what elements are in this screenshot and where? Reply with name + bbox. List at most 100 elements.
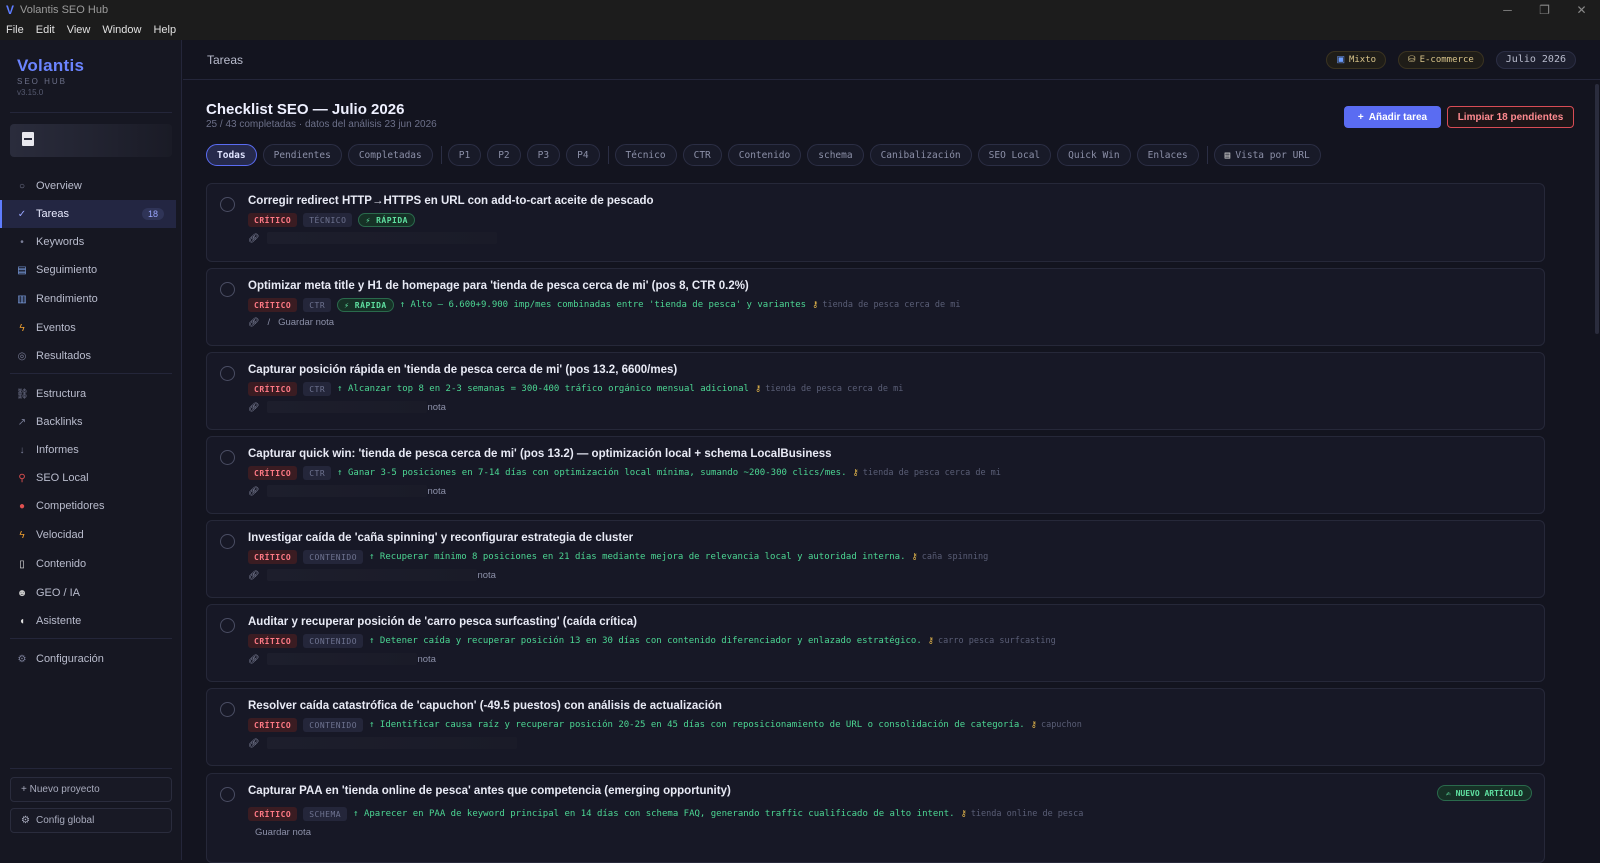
link-icon[interactable]: 🔗︎ [248,486,259,497]
link-icon[interactable]: 🔗︎ [248,402,259,413]
minimize-icon[interactable]: ─ [1489,3,1526,17]
divider [10,112,172,113]
filter-schema[interactable]: schema [807,144,864,166]
filter-p2[interactable]: P2 [487,144,521,166]
pin-icon: ⚲ [18,472,26,484]
nav-label: Contenido [36,558,87,570]
task-checkbox[interactable] [220,618,235,633]
nav-label: Velocidad [36,529,84,541]
filter-canibalizacion[interactable]: Canibalización [869,144,972,166]
nav-label: Backlinks [36,416,83,428]
filter-divider [607,146,609,164]
link-icon[interactable]: 🔗︎ [248,233,259,244]
filter-enlaces[interactable]: Enlaces [1136,144,1199,166]
nav-configuracion[interactable]: ⚙ Configuración [0,645,182,673]
task-title: Investigar caída de 'caña spinning' y re… [248,532,634,544]
category-badge: CTR [303,466,332,480]
menu-edit[interactable]: Edit [30,24,61,36]
filter-contenido[interactable]: Contenido [727,144,802,166]
scrollbar[interactable] [1595,84,1599,334]
save-note-button[interactable]: Guardar nota [255,827,311,838]
link-icon[interactable]: 🔗︎ [248,654,259,665]
menu-file[interactable]: File [0,24,30,36]
app-logo-icon: V [6,3,15,17]
clear-pending-button[interactable]: Limpiar 18 pendientes [1447,106,1574,128]
menu-help[interactable]: Help [147,24,182,36]
impact-text: ↑ Alcanzar top 8 en 2-3 semanas = 300-40… [337,384,749,394]
nav-label: Seguimiento [36,264,98,276]
nav-estructura[interactable]: ⛓ Estructura [0,380,182,408]
nav-geo-ia[interactable]: ☻ GEO / IA [0,579,182,607]
pending-count-badge: 18 [141,208,164,220]
note-button[interactable]: nota [417,654,436,665]
task-checkbox[interactable] [220,450,235,465]
lightning-icon: ϟ [19,322,25,334]
filter-tecnico[interactable]: Técnico [614,144,677,166]
nav-eventos[interactable]: ϟ Eventos [0,314,182,342]
chart-icon: ▤ [17,264,27,276]
add-task-button[interactable]: + Añadir tarea [1344,106,1441,128]
keyword-text: carro pesca surfcasting [938,636,1056,646]
nav-seo-local[interactable]: ⚲ SEO Local [0,464,182,492]
path-separator: / [267,317,271,328]
nav-seguimiento[interactable]: ▤ Seguimiento [0,256,182,284]
global-config-button[interactable]: ⚙ Config global [10,808,172,833]
link-icon[interactable]: 🔗︎ [248,317,259,328]
nav-contenido[interactable]: ▯ Contenido [0,550,182,578]
nav-keywords[interactable]: • Keywords [0,228,182,256]
task-checkbox[interactable] [220,366,235,381]
note-button[interactable]: nota [477,570,496,581]
nav-label: Asistente [36,615,82,627]
impact-text: ↑ Detener caída y recuperar posición 13 … [369,636,922,646]
menu-view[interactable]: View [61,24,97,36]
task-card: Capturar quick win: 'tienda de pesca cer… [206,436,1545,514]
nav-competidores[interactable]: ● Competidores [0,492,182,520]
filter-ctr[interactable]: CTR [682,144,722,166]
new-project-button[interactable]: + Nuevo proyecto [10,777,172,802]
restore-icon[interactable]: ❐ [1526,3,1563,17]
nav-overview[interactable]: ○ Overview [0,172,182,200]
task-checkbox[interactable] [220,282,235,297]
nav-rendimiento[interactable]: ▥ Rendimiento [0,285,182,313]
task-checkbox[interactable] [220,787,235,802]
nav-tareas[interactable]: ✓ Tareas 18 [0,200,176,228]
app-version: v3.15.0 [17,88,44,97]
filter-todas[interactable]: Todas [206,144,257,166]
filter-seo-local[interactable]: SEO Local [977,144,1052,166]
project-selector[interactable] [10,124,172,157]
menu-window[interactable]: Window [96,24,147,36]
nav-velocidad[interactable]: ϟ Velocidad [0,521,182,549]
document-icon: ▯ [19,558,25,570]
sidebar: Volantis SEO HUB v3.15.0 ○ Overview ✓ Tare… [0,40,182,860]
filter-p4[interactable]: P4 [566,144,600,166]
filter-p1[interactable]: P1 [447,144,482,166]
close-icon[interactable]: ✕ [1563,3,1600,17]
task-checkbox[interactable] [220,702,235,717]
filter-p3[interactable]: P3 [526,144,561,166]
url-view-button[interactable]: ▤ Vista por URL [1213,144,1321,166]
period-selector[interactable]: Julio 2026 [1495,50,1576,69]
filter-completadas[interactable]: Completadas [347,144,433,166]
link-icon[interactable]: 🔗︎ [248,738,259,749]
filter-divider [1206,146,1208,164]
nav-resultados[interactable]: ◎ Resultados [0,342,182,370]
task-checkbox[interactable] [220,534,235,549]
filter-quick-win[interactable]: Quick Win [1057,144,1131,166]
save-note-button[interactable]: Guardar nota [278,317,334,328]
task-checkbox[interactable] [220,197,235,212]
nav-backlinks[interactable]: ↗ Backlinks [0,408,182,436]
severity-badge: CRÍTICO [248,634,298,648]
mode-mixed-pill[interactable]: ▣ Mixto [1326,50,1387,69]
task-meta: CRÍTICO SCHEMA ↑ Aparecer en PAA de keyw… [248,807,1083,821]
ecommerce-pill[interactable]: ⛁ E-commerce [1398,50,1484,69]
nav-informes[interactable]: ↓ Informes [0,436,182,464]
nav-asistente[interactable]: ◖ Asistente [0,607,182,635]
task-meta: CRÍTICO CONTENIDO ↑ Detener caída y recu… [248,634,1056,648]
task-card: Resolver caída catastrófica de 'capuchon… [206,688,1545,766]
keyword-ref: ⚷ carro pesca surfcasting [928,636,1056,646]
note-button[interactable]: nota [427,486,446,497]
menu-bar: File Edit View Window Help [0,20,1600,40]
note-button[interactable]: nota [427,402,446,413]
filter-pendientes[interactable]: Pendientes [262,144,342,166]
link-icon[interactable]: 🔗︎ [248,570,259,581]
